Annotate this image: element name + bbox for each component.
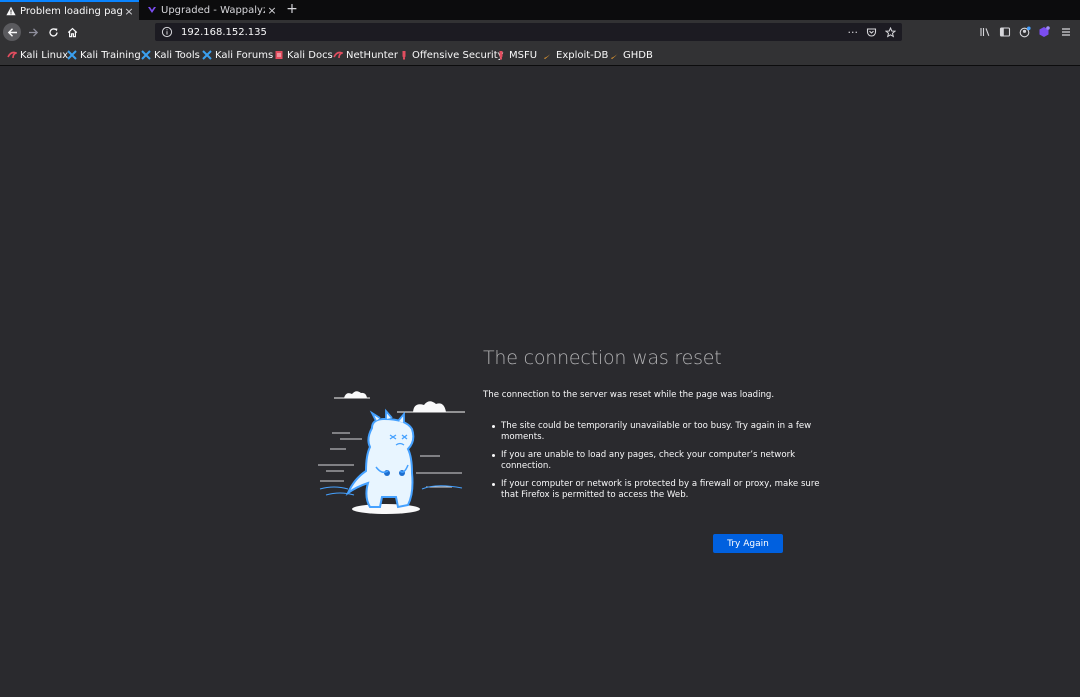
bookmarks-toolbar: Kali Linux Kali Training Kali Tools Kali… bbox=[0, 44, 1080, 66]
home-button[interactable] bbox=[63, 23, 81, 41]
tab-wappalyzer[interactable]: Upgraded - Wappalyzer × bbox=[141, 0, 282, 20]
kali-tools-icon bbox=[202, 50, 212, 60]
page-actions: ··· bbox=[848, 26, 896, 39]
pocket-icon[interactable] bbox=[866, 27, 877, 38]
info-icon[interactable] bbox=[161, 26, 173, 38]
suggestion-item: The site could be temporarily unavailabl… bbox=[492, 421, 821, 444]
bookmark-kali-tools[interactable]: Kali Tools bbox=[141, 48, 200, 62]
bookmark-msfu[interactable]: MSFU bbox=[496, 48, 537, 62]
kali-icon bbox=[333, 51, 343, 59]
star-icon[interactable] bbox=[885, 26, 896, 38]
exploitdb-icon bbox=[611, 52, 619, 59]
tab-problem-loading[interactable]: Problem loading page × bbox=[0, 0, 139, 20]
offsec-icon bbox=[402, 51, 406, 60]
bookmark-kali-linux[interactable]: Kali Linux bbox=[7, 48, 68, 62]
bookmark-ghdb[interactable]: GHDB bbox=[610, 48, 653, 62]
exploitdb-icon bbox=[544, 52, 552, 59]
bookmark-label: Kali Tools bbox=[154, 49, 200, 61]
bookmark-label: Kali Forums bbox=[215, 49, 274, 61]
close-tab-icon[interactable]: × bbox=[122, 5, 136, 18]
error-dinosaur-illustration bbox=[318, 391, 465, 514]
reload-icon bbox=[48, 27, 58, 37]
offsec-icon bbox=[499, 51, 503, 60]
page-actions-menu-icon[interactable]: ··· bbox=[848, 26, 859, 39]
tab-title: Upgraded - Wappalyzer bbox=[161, 4, 265, 16]
bookmark-kali-training[interactable]: Kali Training bbox=[67, 48, 141, 62]
bookmark-offensive-security[interactable]: Offensive Security bbox=[399, 48, 504, 62]
error-title: The connection was reset bbox=[483, 347, 722, 369]
kali-tools-icon bbox=[141, 50, 151, 60]
docs-icon bbox=[275, 51, 283, 59]
tab-title: Problem loading page bbox=[20, 5, 122, 17]
navigation-toolbar: 192.168.152.135 ··· bbox=[0, 20, 1080, 44]
bookmark-nethunter[interactable]: NetHunter bbox=[333, 48, 398, 62]
bookmark-label: Kali Training bbox=[80, 49, 141, 61]
suggestion-item: If you are unable to load any pages, che… bbox=[492, 450, 821, 473]
forward-button[interactable] bbox=[24, 23, 42, 41]
new-tab-button[interactable]: + bbox=[284, 0, 300, 20]
tab-strip: Problem loading page × Upgraded - Wappal… bbox=[0, 0, 1080, 20]
toolbar-right bbox=[970, 20, 1080, 44]
bookmark-label: NetHunter bbox=[346, 49, 398, 61]
bookmark-label: Kali Docs bbox=[287, 49, 333, 61]
wappalyzer-icon bbox=[146, 5, 158, 15]
bookmark-label: MSFU bbox=[509, 49, 538, 61]
arrow-left-icon bbox=[7, 27, 17, 37]
bookmark-kali-forums[interactable]: Kali Forums bbox=[202, 48, 273, 62]
bookmark-exploit-db[interactable]: Exploit-DB bbox=[543, 48, 608, 62]
kali-icon bbox=[7, 51, 17, 59]
home-icon bbox=[67, 27, 77, 37]
arrow-right-icon bbox=[28, 27, 38, 37]
bookmark-label: Exploit-DB bbox=[556, 49, 609, 61]
url-text[interactable]: 192.168.152.135 bbox=[181, 27, 848, 38]
menu-icon[interactable] bbox=[1060, 26, 1072, 38]
bookmark-label: Kali Linux bbox=[20, 49, 69, 61]
bookmark-label: Offensive Security bbox=[412, 49, 504, 61]
try-again-button[interactable]: Try Again bbox=[713, 534, 783, 553]
bookmark-kali-docs[interactable]: Kali Docs bbox=[274, 48, 333, 62]
extension-icon[interactable] bbox=[1038, 26, 1050, 38]
error-description: The connection to the server was reset w… bbox=[483, 390, 775, 400]
kali-tools-icon bbox=[67, 50, 77, 60]
back-button[interactable] bbox=[3, 23, 21, 41]
address-bar[interactable]: 192.168.152.135 ··· bbox=[155, 23, 902, 41]
account-icon[interactable] bbox=[1019, 26, 1031, 38]
bookmark-label: GHDB bbox=[623, 49, 653, 61]
sidebar-icon[interactable] bbox=[999, 26, 1011, 38]
library-icon[interactable] bbox=[979, 26, 991, 38]
reload-button[interactable] bbox=[44, 23, 62, 41]
suggestion-item: If your computer or network is protected… bbox=[492, 479, 820, 501]
error-suggestions-list: The site could be temporarily unavailabl… bbox=[483, 421, 821, 508]
warning-icon bbox=[5, 6, 17, 16]
close-tab-icon[interactable]: × bbox=[265, 4, 279, 17]
